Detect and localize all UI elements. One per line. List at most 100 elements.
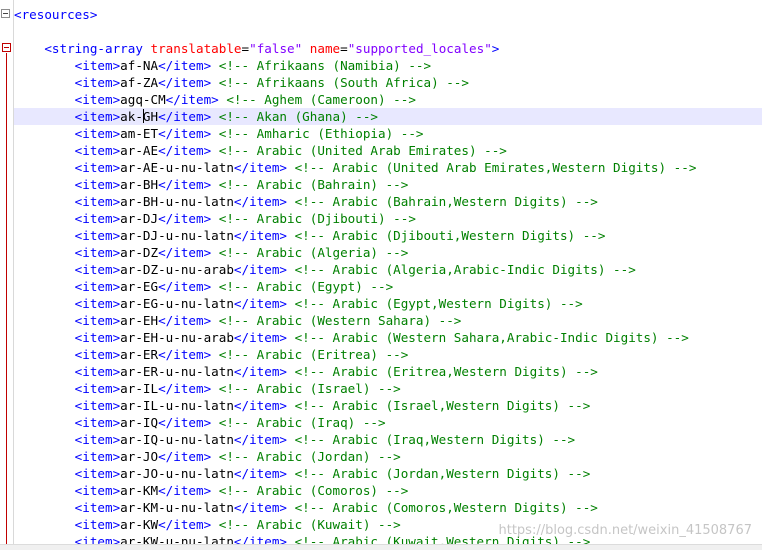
item-open-tag: <item>	[74, 364, 121, 379]
string-array-open-tag: <string-array	[44, 41, 143, 56]
locale-comment: <!-- Arabic (Iraq,Western Digits) -->	[294, 432, 576, 447]
item-line[interactable]: <item>ar-DJ</item> <!-- Arabic (Djibouti…	[14, 210, 762, 227]
item-line[interactable]: <item>ar-JO-u-nu-latn</item> <!-- Arabic…	[14, 465, 762, 482]
locale-comment: <!-- Arabic (Bahrain,Western Digits) -->	[294, 194, 598, 209]
item-line[interactable]: <item>ar-IL</item> <!-- Arabic (Israel) …	[14, 380, 762, 397]
item-line[interactable]: <item>ar-JO</item> <!-- Arabic (Jordan) …	[14, 448, 762, 465]
item-close-tag: </item>	[158, 109, 212, 124]
item-line[interactable]: <item>ar-KM</item> <!-- Arabic (Comoros)…	[14, 482, 762, 499]
locale-comment: <!-- Arabic (United Arab Emirates) -->	[218, 143, 507, 158]
item-open-tag: <item>	[74, 398, 121, 413]
item-line[interactable]: <item>ar-BH</item> <!-- Arabic (Bahrain)…	[14, 176, 762, 193]
name-value: "supported_locales"	[347, 41, 492, 56]
fold-collapse-resources-icon[interactable]	[1, 9, 10, 18]
locale-comment: <!-- Arabic (Western Sahara,Arabic-Indic…	[294, 330, 689, 345]
item-line[interactable]: <item>ar-KM-u-nu-latn</item> <!-- Arabic…	[14, 499, 762, 516]
string-array-close-bracket: >	[491, 41, 500, 56]
item-open-tag: <item>	[74, 143, 121, 158]
locale-comment: <!-- Arabic (Bahrain) -->	[218, 177, 409, 192]
item-close-tag: </item>	[158, 126, 212, 141]
item-line[interactable]: <item>ar-ER</item> <!-- Arabic (Eritrea)…	[14, 346, 762, 363]
item-line[interactable]: <item>ar-IL-u-nu-latn</item> <!-- Arabic…	[14, 397, 762, 414]
item-line[interactable]: <item>ar-ER-u-nu-latn</item> <!-- Arabic…	[14, 363, 762, 380]
locale-comment: <!-- Arabic (Comoros,Western Digits) -->	[294, 500, 598, 515]
item-open-tag: <item>	[74, 92, 121, 107]
locale-comment: <!-- Arabic (Jordan) -->	[218, 449, 401, 464]
item-close-tag: </item>	[233, 262, 287, 277]
locale-code: ar-BH-u-nu-latn	[120, 194, 234, 209]
item-close-tag: </item>	[158, 279, 212, 294]
locale-code: ar-DJ	[120, 211, 159, 226]
item-open-tag: <item>	[74, 228, 121, 243]
locale-comment: <!-- Arabic (Iraq) -->	[218, 415, 386, 430]
item-line[interactable]: <item>ar-AE-u-nu-latn</item> <!-- Arabic…	[14, 159, 762, 176]
item-line[interactable]: <item>ar-EH-u-nu-arab</item> <!-- Arabic…	[14, 329, 762, 346]
resources-open-tag: <resources>	[14, 7, 98, 22]
locale-comment: <!-- Arabic (Egypt,Western Digits) -->	[294, 296, 583, 311]
item-close-tag: </item>	[233, 330, 287, 345]
locale-code: af-ZA	[120, 75, 159, 90]
locale-comment: <!-- Arabic (Comoros) -->	[218, 483, 409, 498]
item-open-tag: <item>	[74, 347, 121, 362]
locale-comment: <!-- Arabic (Algeria) -->	[218, 245, 409, 260]
item-open-tag: <item>	[74, 466, 121, 481]
item-close-tag: </item>	[233, 296, 287, 311]
item-open-tag: <item>	[74, 245, 121, 260]
item-line[interactable]: <item>af-NA</item> <!-- Afrikaans (Namib…	[14, 57, 762, 74]
item-open-tag: <item>	[74, 126, 121, 141]
locale-comment: <!-- Arabic (Eritrea,Western Digits) -->	[294, 364, 598, 379]
item-open-tag: <item>	[74, 500, 121, 515]
locale-code: ar-AE	[120, 143, 159, 158]
item-line[interactable]: <item>ar-IQ</item> <!-- Arabic (Iraq) --…	[14, 414, 762, 431]
locale-code: ar-EG	[120, 279, 159, 294]
item-line[interactable]: <item>ar-DJ-u-nu-latn</item> <!-- Arabic…	[14, 227, 762, 244]
item-line[interactable]: <item>ar-EH</item> <!-- Arabic (Western …	[14, 312, 762, 329]
fold-collapse-string-array-icon[interactable]	[2, 43, 11, 52]
item-close-tag: </item>	[158, 143, 212, 158]
item-line[interactable]: <item>ar-AE</item> <!-- Arabic (United A…	[14, 142, 762, 159]
locale-comment: <!-- Arabic (Kuwait) -->	[218, 517, 401, 532]
item-open-tag: <item>	[74, 517, 121, 532]
code-line-resources[interactable]: <resources>	[14, 6, 762, 23]
item-line[interactable]: <item>ar-IQ-u-nu-latn</item> <!-- Arabic…	[14, 431, 762, 448]
item-close-tag: </item>	[233, 228, 287, 243]
locale-code: ar-DJ-u-nu-latn	[120, 228, 234, 243]
code-line-string-array[interactable]: <string-array translatable="false" name=…	[14, 40, 762, 57]
item-line[interactable]: <item>agq-CM</item> <!-- Aghem (Cameroon…	[14, 91, 762, 108]
horizontal-scrollbar[interactable]	[0, 544, 762, 550]
item-line[interactable]: <item>ak-GH</item> <!-- Akan (Ghana) -->	[14, 108, 762, 125]
item-line[interactable]: <item>af-ZA</item> <!-- Afrikaans (South…	[14, 74, 762, 91]
locale-code: ar-EH-u-nu-arab	[120, 330, 234, 345]
item-line[interactable]: <item>ar-DZ</item> <!-- Arabic (Algeria)…	[14, 244, 762, 261]
locale-comment: <!-- Arabic (Western Sahara) -->	[218, 313, 462, 328]
item-line[interactable]: <item>ar-EG-u-nu-latn</item> <!-- Arabic…	[14, 295, 762, 312]
item-line[interactable]: <item>ar-BH-u-nu-latn</item> <!-- Arabic…	[14, 193, 762, 210]
locale-comment: <!-- Arabic (Algeria,Arabic-Indic Digits…	[294, 262, 636, 277]
locale-code: ar-IQ	[120, 415, 159, 430]
locale-comment: <!-- Arabic (Eritrea) -->	[218, 347, 409, 362]
locale-comment: <!-- Arabic (Jordan,Western Digits) -->	[294, 466, 591, 481]
item-close-tag: </item>	[158, 483, 212, 498]
locale-code: ar-KW	[120, 517, 159, 532]
item-line[interactable]: <item>am-ET</item> <!-- Amharic (Ethiopi…	[14, 125, 762, 142]
item-line[interactable]: <item>ar-DZ-u-nu-arab</item> <!-- Arabic…	[14, 261, 762, 278]
locale-code: af-NA	[120, 58, 159, 73]
item-close-tag: </item>	[233, 160, 287, 175]
item-line[interactable]: <item>ar-EG</item> <!-- Arabic (Egypt) -…	[14, 278, 762, 295]
locale-comment: <!-- Akan (Ghana) -->	[218, 109, 378, 124]
item-open-tag: <item>	[74, 313, 121, 328]
locale-comment: <!-- Afrikaans (Namibia) -->	[218, 58, 432, 73]
